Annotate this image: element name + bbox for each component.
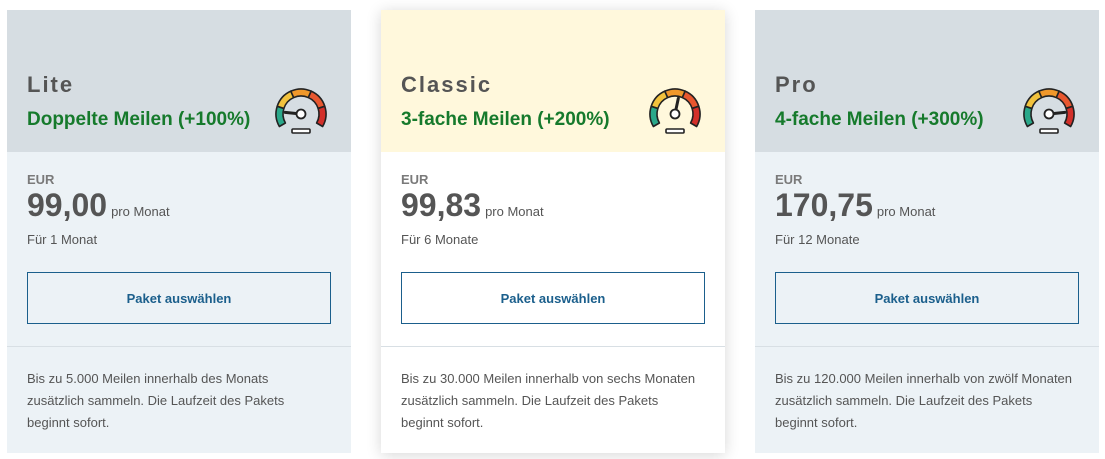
price-line: 99,00 pro Monat — [27, 188, 170, 222]
gauge-segment — [1063, 105, 1075, 128]
gauge-base — [291, 128, 311, 134]
gauge-base — [665, 128, 685, 134]
gauge-segment — [315, 105, 327, 128]
select-plan-button[interactable]: Paket auswählen — [27, 272, 331, 324]
currency-label: EUR — [401, 172, 429, 187]
gauge-hub — [295, 108, 307, 120]
plan-card-pro: Pro 4-fache Meilen (+300%) EUR 170,75 pro… — [755, 10, 1099, 453]
plan-duration: Für 12 Monate — [775, 232, 860, 247]
price-period: pro Monat — [485, 204, 544, 219]
price-line: 99,83 pro Monat — [401, 188, 544, 222]
plan-header: Lite Doppelte Meilen (+100%) — [7, 10, 351, 152]
plan-description: Bis zu 120.000 Meilen innerhalb von zwöl… — [775, 371, 1073, 430]
price-period: pro Monat — [111, 204, 170, 219]
plan-header: Classic 3-fache Meilen (+200%) — [381, 10, 725, 152]
gauge-segment — [275, 105, 287, 128]
speedometer-icon — [649, 88, 701, 134]
gauge-segment — [689, 105, 701, 128]
plan-duration: Für 6 Monate — [401, 232, 479, 247]
plan-duration: Für 1 Monat — [27, 232, 98, 247]
divider — [755, 346, 1099, 347]
gauge-hub — [669, 108, 681, 120]
plan-miles-multiplier: Doppelte Meilen (+100%) — [27, 109, 251, 130]
gauge-segment — [1023, 105, 1035, 128]
price-block: EUR 170,75 pro Monat Für 12 Monate — [775, 172, 935, 247]
price-block: EUR 99,83 pro Monat Für 6 Monate — [401, 172, 544, 247]
divider — [7, 346, 351, 347]
plan-name: Lite — [27, 72, 75, 97]
currency-label: EUR — [27, 172, 55, 187]
plan-description: Bis zu 5.000 Meilen innerhalb des Monats… — [27, 371, 285, 430]
price-amount: 99,00 — [27, 187, 108, 223]
gauge-segment — [307, 90, 326, 110]
currency-label: EUR — [775, 172, 803, 187]
divider — [381, 346, 725, 347]
select-plan-button[interactable]: Paket auswählen — [401, 272, 705, 324]
speedometer-icon — [275, 88, 327, 134]
price-line: 170,75 pro Monat — [775, 188, 935, 222]
price-amount: 99,83 — [401, 187, 482, 223]
pricing-plans: Lite Doppelte Meilen (+100%) EUR 99,00 pr… — [0, 0, 1105, 459]
plan-name: Classic — [401, 72, 493, 97]
plan-card-lite: Lite Doppelte Meilen (+100%) EUR 99,00 pr… — [7, 10, 351, 453]
gauge-segment — [1055, 90, 1074, 110]
price-period: pro Monat — [876, 204, 936, 219]
plan-description: Bis zu 30.000 Meilen innerhalb von sechs… — [401, 371, 696, 430]
price-amount: 170,75 — [775, 187, 873, 223]
gauge-base — [1039, 128, 1059, 134]
plan-name: Pro — [775, 72, 818, 97]
speedometer-icon — [1023, 88, 1075, 134]
plan-header: Pro 4-fache Meilen (+300%) — [755, 10, 1099, 152]
gauge-segment — [681, 90, 700, 110]
plan-card-classic: Classic 3-fache Meilen (+200%) EUR 99,83… — [381, 10, 725, 453]
price-block: EUR 99,00 pro Monat Für 1 Monat — [27, 172, 170, 247]
plan-miles-multiplier: 4-fache Meilen (+300%) — [775, 109, 984, 130]
select-plan-button[interactable]: Paket auswählen — [775, 272, 1079, 324]
gauge-segment — [649, 105, 661, 128]
gauge-hub — [1043, 108, 1055, 120]
plan-miles-multiplier: 3-fache Meilen (+200%) — [401, 109, 610, 130]
